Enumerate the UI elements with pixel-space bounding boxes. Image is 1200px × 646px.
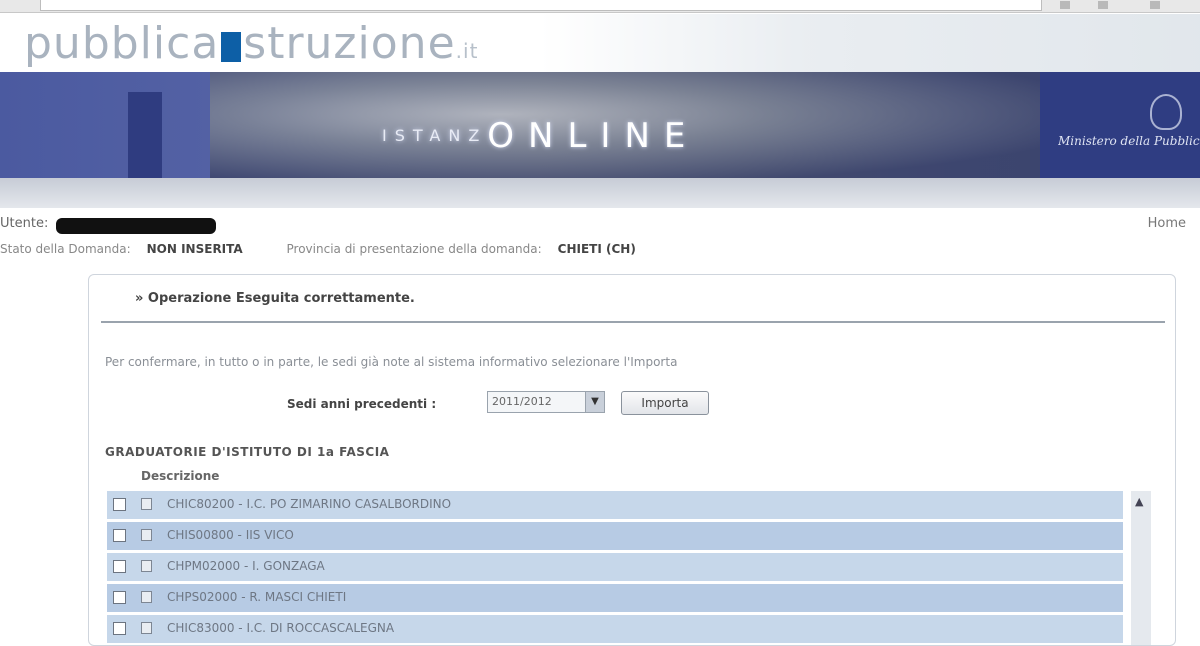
banner-left-panel — [0, 72, 210, 178]
row-checkbox[interactable] — [113, 622, 126, 635]
site-title-part2: struzi — [243, 18, 371, 69]
school-icon — [141, 622, 152, 634]
browser-toolbar — [0, 0, 1200, 13]
banner-shadow — [0, 178, 1200, 208]
list-scrollbar[interactable]: ▲ — [1131, 491, 1151, 645]
list-item[interactable]: CHPM02000 - I. GONZAGA — [107, 553, 1123, 581]
scroll-up-icon[interactable]: ▲ — [1135, 495, 1143, 508]
site-logo[interactable]: pubblica struzione.it — [24, 16, 478, 72]
province-value: CHIETI (CH) — [557, 242, 636, 256]
list-item-label: CHIC80200 - I.C. PO ZIMARINO CASALBORDIN… — [167, 497, 452, 511]
site-title-part3: one — [370, 18, 456, 69]
list-item-label: CHIC83000 - I.C. DI ROCCASCALEGNA — [167, 621, 395, 635]
school-icon — [141, 529, 152, 541]
banner-left-bar — [128, 92, 162, 178]
list-item[interactable]: CHIS00800 - IIS VICO — [107, 522, 1123, 550]
site-tld: .it — [455, 39, 479, 63]
operation-message: » Operazione Eseguita correttamente. — [135, 291, 415, 306]
ministry-label: Ministero della Pubblica Istruzione — [1058, 134, 1200, 148]
toolbar-icon[interactable] — [1060, 1, 1070, 9]
province-label: Provincia di presentazione della domanda… — [286, 242, 542, 256]
row-checkbox[interactable] — [113, 498, 126, 511]
state-label: Stato della Domanda: — [0, 242, 131, 256]
header-banner: ISTANZONLINE Ministero della Pubblica Is… — [0, 72, 1200, 178]
istanze-online-logo: ISTANZONLINE — [382, 116, 699, 156]
list-item-label: CHPM02000 - I. GONZAGA — [167, 559, 325, 573]
instructions-text: Per confermare, in tutto o in parte, le … — [105, 355, 678, 369]
list-item[interactable]: CHIC80200 - I.C. PO ZIMARINO CASALBORDIN… — [107, 491, 1123, 519]
republic-emblem-icon — [1150, 94, 1182, 130]
description-column-header: Descrizione — [141, 469, 220, 483]
toolbar-icon[interactable] — [1150, 1, 1160, 9]
user-row: Utente: Home — [0, 216, 1200, 236]
previous-years-select[interactable]: 2011/2012 ▼ — [487, 391, 605, 413]
list-item[interactable]: CHIC83000 - I.C. DI ROCCASCALEGNA — [107, 615, 1123, 643]
panel-divider — [101, 321, 1165, 323]
school-icon — [141, 560, 152, 572]
status-row: Stato della Domanda: NON INSERITA Provinc… — [0, 242, 1200, 262]
school-list: CHIC80200 - I.C. PO ZIMARINO CASALBORDIN… — [107, 491, 1123, 645]
state-value: NON INSERITA — [146, 242, 243, 256]
home-link[interactable]: Home — [1148, 216, 1186, 231]
logo-small-text: ISTANZ — [382, 126, 488, 145]
toolbar-icon[interactable] — [1098, 1, 1108, 9]
school-icon — [141, 498, 152, 510]
previous-years-value: 2011/2012 — [492, 395, 552, 408]
row-checkbox[interactable] — [113, 529, 126, 542]
logo-square-icon — [221, 32, 242, 62]
import-button[interactable]: Importa — [621, 391, 709, 415]
school-icon — [141, 591, 152, 603]
section-title: GRADUATORIE D'ISTITUTO DI 1a FASCIA — [105, 445, 390, 459]
form-panel: » Operazione Eseguita correttamente. Per… — [88, 274, 1176, 646]
logo-large-text: ONLINE — [487, 116, 700, 156]
previous-years-label: Sedi anni precedenti : — [287, 397, 437, 411]
list-item[interactable]: CHPS02000 - R. MASCI CHIETI — [107, 584, 1123, 612]
redacted-username — [56, 218, 216, 234]
list-item-label: CHPS02000 - R. MASCI CHIETI — [167, 590, 347, 604]
row-checkbox[interactable] — [113, 591, 126, 604]
site-title-part1: pubblica — [24, 18, 220, 69]
user-label: Utente: — [0, 216, 49, 231]
row-checkbox[interactable] — [113, 560, 126, 573]
header-background — [540, 14, 1200, 74]
address-bar[interactable] — [40, 0, 1042, 11]
list-item-label: CHIS00800 - IIS VICO — [167, 528, 294, 542]
chevron-down-icon[interactable]: ▼ — [585, 392, 604, 412]
